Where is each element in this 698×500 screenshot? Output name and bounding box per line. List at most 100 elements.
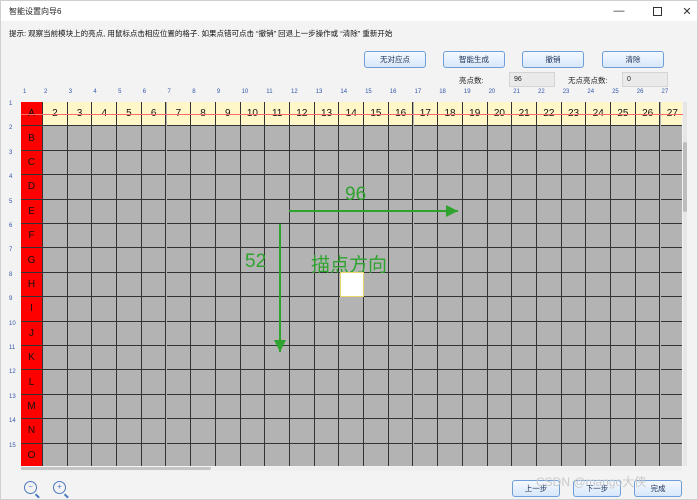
grid-cell[interactable] <box>215 394 241 420</box>
grid-cell[interactable] <box>561 248 587 273</box>
grid-cell[interactable] <box>586 199 612 224</box>
grid-cell[interactable] <box>117 224 142 249</box>
row-header-cell[interactable]: M <box>21 394 43 420</box>
grid-cell[interactable] <box>488 443 513 466</box>
undo-button[interactable]: 撤销 <box>522 51 584 68</box>
grid-cell[interactable] <box>413 272 439 298</box>
grid-cell[interactable] <box>586 297 612 322</box>
grid-cell[interactable] <box>43 126 68 151</box>
grid-cell[interactable] <box>314 394 340 420</box>
minimize-button[interactable]: — <box>603 1 635 21</box>
grid-cell[interactable] <box>290 443 315 466</box>
grid-cell[interactable] <box>191 443 216 466</box>
grid-cell[interactable] <box>364 443 389 466</box>
grid-cell[interactable] <box>141 248 167 273</box>
grid-cell[interactable] <box>166 150 192 176</box>
grid-cell[interactable] <box>290 321 315 346</box>
grid-cell[interactable] <box>240 224 266 249</box>
grid-cell[interactable] <box>561 297 587 322</box>
grid-cell[interactable] <box>314 175 340 200</box>
grid-cell[interactable] <box>339 199 365 224</box>
grid-cell[interactable] <box>67 370 93 395</box>
grid-cell[interactable] <box>166 321 192 346</box>
grid-cell[interactable] <box>215 297 241 322</box>
grid-cell[interactable] <box>512 321 537 346</box>
grid-cell[interactable] <box>586 394 612 420</box>
grid-cell[interactable] <box>191 370 216 395</box>
row-header-cell[interactable]: K <box>21 346 43 371</box>
grid-cell[interactable] <box>635 248 661 273</box>
grid-cell[interactable] <box>462 321 488 346</box>
grid-cell[interactable] <box>586 321 612 346</box>
grid-cell[interactable] <box>215 321 241 346</box>
grid-cell[interactable] <box>364 272 389 298</box>
grid-cell[interactable] <box>92 224 118 249</box>
grid-cell[interactable] <box>215 370 241 395</box>
grid-cell[interactable] <box>92 199 118 224</box>
grid-cell[interactable] <box>265 394 290 420</box>
grid-cell[interactable] <box>561 199 587 224</box>
grid-cell[interactable] <box>191 248 216 273</box>
grid-cell[interactable] <box>537 443 562 466</box>
grid-cell[interactable] <box>265 346 290 371</box>
grid-cell[interactable] <box>141 297 167 322</box>
grid-cell[interactable] <box>240 297 266 322</box>
grid-cell[interactable] <box>339 419 365 444</box>
grid-cell[interactable] <box>413 248 439 273</box>
grid-cell[interactable] <box>339 370 365 395</box>
zoom-out-icon[interactable]: − <box>24 481 37 494</box>
grid-cell[interactable] <box>364 297 389 322</box>
grid-cell[interactable] <box>413 321 439 346</box>
grid-cell[interactable] <box>635 370 661 395</box>
grid-cell[interactable] <box>537 370 562 395</box>
grid-cell[interactable] <box>487 150 513 176</box>
grid-cell[interactable] <box>660 395 682 420</box>
grid-cell[interactable] <box>43 346 68 371</box>
grid-cell[interactable] <box>339 443 365 466</box>
grid-cell[interactable] <box>487 175 513 200</box>
grid-cell[interactable] <box>166 346 192 371</box>
grid-cell[interactable] <box>43 199 68 224</box>
grid-cell[interactable] <box>561 175 587 200</box>
grid-cell[interactable] <box>512 248 537 273</box>
grid-cell[interactable] <box>537 199 562 224</box>
grid-cell[interactable] <box>290 370 315 395</box>
grid-cell[interactable] <box>537 224 562 249</box>
grid-cell[interactable] <box>462 150 488 176</box>
grid-cell[interactable] <box>512 419 537 444</box>
grid-cell[interactable] <box>92 248 118 273</box>
grid-cell[interactable] <box>117 370 142 395</box>
grid-cell[interactable] <box>537 150 562 176</box>
grid-cell[interactable] <box>462 346 488 371</box>
grid-cell[interactable] <box>660 248 682 273</box>
grid-cell[interactable] <box>512 443 537 466</box>
grid-cell[interactable] <box>290 199 315 224</box>
clear-button[interactable]: 清除 <box>602 51 664 68</box>
grid-cell[interactable] <box>314 297 340 322</box>
no-point-button[interactable]: 无对应点 <box>364 51 426 68</box>
grid-cell[interactable] <box>537 419 562 444</box>
grid-cell[interactable] <box>463 443 488 466</box>
grid-cell[interactable] <box>215 419 241 444</box>
grid-cell[interactable] <box>413 394 439 420</box>
grid-cell[interactable] <box>43 443 68 466</box>
grid-cell[interactable] <box>413 419 439 444</box>
grid-cell[interactable] <box>462 370 488 395</box>
grid-cell[interactable] <box>487 248 513 273</box>
grid-cell[interactable] <box>141 150 167 176</box>
grid-cell[interactable] <box>290 272 315 298</box>
grid-cell[interactable] <box>314 419 340 444</box>
grid-cell[interactable] <box>191 272 216 298</box>
grid-cell[interactable] <box>512 175 537 200</box>
grid-cell[interactable] <box>487 370 513 395</box>
grid-cell[interactable] <box>141 419 167 444</box>
grid-cell[interactable] <box>191 126 216 151</box>
grid-cell[interactable] <box>611 370 636 395</box>
grid-cell[interactable] <box>339 175 365 200</box>
grid-cell[interactable] <box>43 248 68 273</box>
grid-cell[interactable] <box>537 272 562 298</box>
grid-cell[interactable] <box>660 346 682 371</box>
grid-cell[interactable] <box>68 443 93 466</box>
grid-cell[interactable] <box>586 150 612 176</box>
grid-cell[interactable] <box>635 126 661 151</box>
